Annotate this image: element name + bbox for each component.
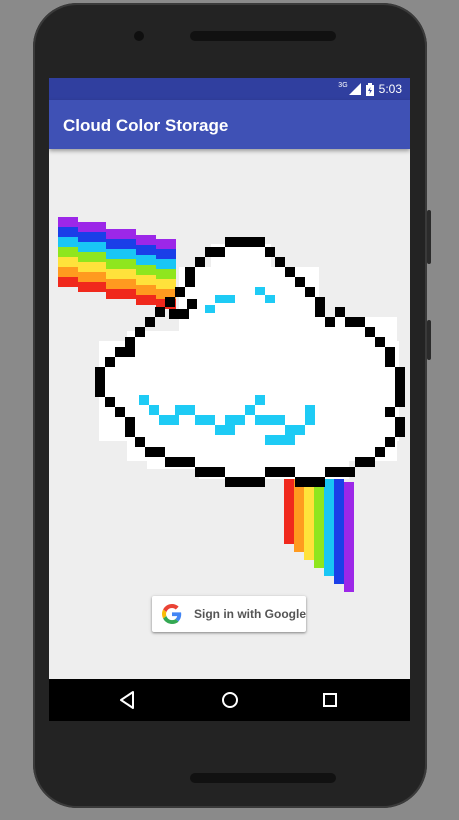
navigation-bar	[49, 679, 410, 721]
signal-icon	[348, 83, 361, 95]
status-bar: 3G 5:03	[49, 78, 410, 100]
back-triangle-icon[interactable]	[117, 689, 139, 711]
front-camera	[134, 31, 144, 41]
app-title: Cloud Color Storage	[63, 116, 229, 135]
device-screen: 3G 5:03 Cloud Color Storage Sign in with…	[49, 78, 410, 721]
power-button	[427, 320, 431, 360]
volume-button	[427, 210, 431, 264]
recents-square-icon[interactable]	[319, 689, 341, 711]
battery-icon	[365, 82, 374, 96]
network-type: 3G	[338, 81, 348, 89]
app-bar: Cloud Color Storage	[49, 100, 410, 149]
status-time: 5:03	[378, 82, 402, 96]
google-signin-button[interactable]: Sign in with Google	[152, 596, 306, 632]
top-speaker	[190, 31, 336, 41]
signin-label: Sign in with Google	[194, 607, 306, 621]
google-g-icon	[162, 604, 182, 624]
bottom-speaker	[190, 773, 336, 783]
rainbow-cloud-image	[58, 217, 405, 592]
home-circle-icon[interactable]	[219, 689, 241, 711]
